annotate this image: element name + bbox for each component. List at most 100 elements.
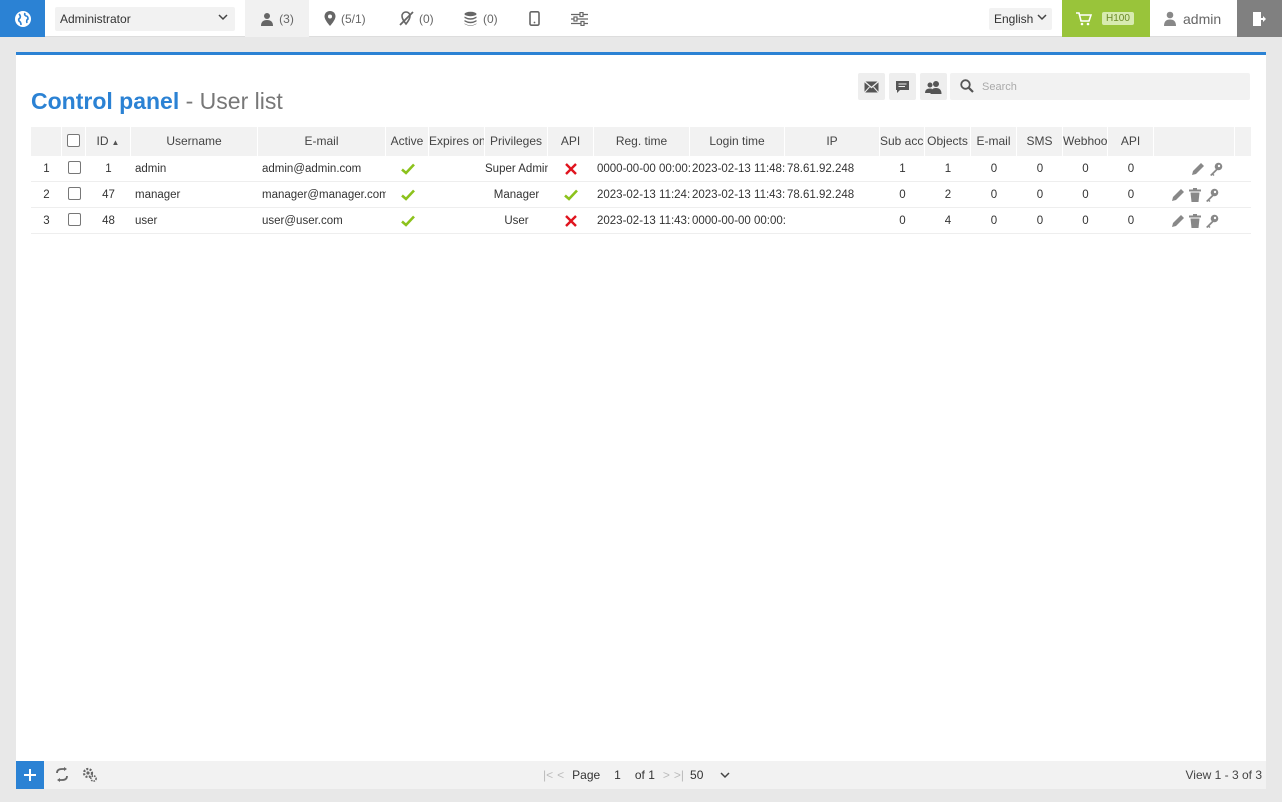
user-groups-button[interactable] (920, 73, 947, 100)
refresh-icon[interactable] (55, 767, 69, 782)
globe-icon[interactable] (0, 0, 45, 37)
send-message-button[interactable] (889, 73, 916, 100)
chevron-down-icon[interactable] (719, 769, 731, 781)
language-select[interactable]: English (989, 8, 1052, 30)
delete-icon[interactable] (1188, 187, 1201, 202)
cell-privileges: User (504, 215, 529, 227)
cell-sms: 0 (1036, 215, 1044, 227)
places-button[interactable]: (5/1) (324, 0, 366, 37)
key-icon[interactable] (1209, 162, 1223, 176)
cell-id: 47 (102, 189, 115, 201)
user-name: admin (1183, 10, 1222, 27)
zones-button[interactable]: (0) (399, 0, 434, 37)
send-email-button[interactable] (858, 73, 885, 100)
header-objects[interactable]: Objects (925, 127, 971, 156)
header-api[interactable]: API (548, 127, 594, 156)
header-sub-accounts[interactable]: Sub accounts (880, 127, 925, 156)
row-actions (1154, 156, 1235, 182)
header-username[interactable]: Username (131, 127, 258, 156)
plus-icon (24, 769, 36, 781)
cell-username: manager (135, 189, 181, 201)
cell-username: user (135, 215, 158, 227)
header-webhook[interactable]: Webhook (1063, 127, 1108, 156)
row-checkbox[interactable] (67, 161, 81, 175)
header-privileges[interactable]: Privileges (485, 127, 548, 156)
logout-button[interactable] (1237, 0, 1282, 37)
table-row[interactable]: 1 1 admin admin@admin.com Super Admin 0000-00… (31, 156, 1251, 182)
cell-reg-time: 0000-00-00 00:00:00 (597, 163, 690, 175)
settings-gear-icon[interactable] (82, 767, 97, 782)
cell-objects: 2 (944, 189, 952, 201)
user-menu[interactable]: admin (1163, 0, 1221, 37)
cell-email-cnt: 0 (990, 163, 998, 175)
coins-icon (464, 11, 477, 26)
search-input[interactable] (982, 78, 1232, 96)
page-label: Page (572, 768, 601, 782)
table-row[interactable]: 3 48 user user@user.com User 2023-02-13 11:43… (31, 208, 1251, 234)
chevron-down-icon (218, 14, 228, 21)
cell-num: 1 (43, 163, 50, 175)
last-page-icon[interactable]: >| (674, 768, 684, 782)
cell-num: 3 (43, 215, 50, 227)
users-button[interactable]: (3) (245, 0, 309, 37)
next-page-icon[interactable]: > (663, 768, 670, 782)
key-icon[interactable] (1205, 214, 1219, 228)
per-page-value[interactable]: 50 (690, 768, 703, 782)
cell-privileges: Manager (493, 189, 540, 201)
top-bar: Administrator (3) (5/1) (0) (0) English … (0, 0, 1282, 37)
first-page-icon[interactable]: |< (543, 768, 553, 782)
header-select-all[interactable] (62, 127, 86, 156)
cell-sms: 0 (1036, 163, 1044, 175)
prev-page-icon[interactable]: < (557, 768, 564, 782)
cell-login-time: 2023-02-13 11:48: (692, 163, 785, 175)
cross-icon (565, 163, 577, 175)
page-number-input[interactable]: 1 (614, 768, 621, 782)
edit-icon[interactable] (1191, 162, 1205, 176)
add-user-button[interactable] (16, 761, 44, 789)
view-info: View 1 - 3 of 3 (1185, 768, 1263, 782)
select-all-checkbox[interactable] (67, 134, 80, 148)
bottom-bar: |< < Page 1 of 1 > >| 50 View 1 - 3 of 3 (16, 761, 1266, 789)
header-expires[interactable]: Expires on (429, 127, 485, 156)
row-checkbox[interactable] (67, 213, 81, 227)
cell-webhook: 0 (1082, 163, 1089, 175)
cell-objects: 4 (944, 215, 952, 227)
role-select[interactable]: Administrator (55, 7, 235, 31)
row-checkbox-cell (62, 182, 86, 208)
header-email[interactable]: E-mail (258, 127, 386, 156)
mobile-button[interactable] (529, 0, 545, 37)
cell-login-time: 0000-00-00 00:00: (692, 215, 785, 227)
cart-button[interactable]: H100 (1062, 0, 1150, 37)
settings-button[interactable] (571, 0, 593, 37)
key-icon[interactable] (1205, 188, 1219, 202)
chevron-down-icon (1037, 14, 1047, 21)
zones-count: (0) (419, 11, 434, 26)
header-login-time[interactable]: Login time (690, 127, 785, 156)
header-rownum (31, 127, 62, 156)
header-sms[interactable]: SMS (1017, 127, 1063, 156)
cart-icon (1076, 11, 1092, 25)
header-reg-time[interactable]: Reg. time (594, 127, 690, 156)
billing-button[interactable]: (0) (463, 0, 498, 37)
cell-email: admin@admin.com (262, 163, 362, 175)
cell-webhook: 0 (1082, 215, 1089, 227)
header-email-count[interactable]: E-mail (971, 127, 1017, 156)
header-id[interactable]: ID ▲ (86, 127, 131, 156)
check-icon (400, 163, 415, 175)
user-table: ID ▲ Username E-mail Active Expires on Pr… (31, 127, 1251, 234)
row-checkbox[interactable] (67, 187, 81, 201)
delete-icon[interactable] (1188, 213, 1201, 228)
row-checkbox-cell (62, 156, 86, 182)
cart-badge: H100 (1102, 12, 1134, 25)
search-icon (960, 79, 974, 93)
table-row[interactable]: 2 47 manager manager@manager.com Manager 2023… (31, 182, 1251, 208)
header-ip[interactable]: IP (785, 127, 880, 156)
cell-email: manager@manager.com (262, 189, 386, 201)
edit-icon[interactable] (1171, 214, 1185, 228)
language-value: English (994, 12, 1034, 26)
cross-icon (565, 215, 577, 227)
cell-active (386, 208, 429, 234)
edit-icon[interactable] (1171, 188, 1185, 202)
header-active[interactable]: Active (386, 127, 429, 156)
header-api-count[interactable]: API (1108, 127, 1154, 156)
